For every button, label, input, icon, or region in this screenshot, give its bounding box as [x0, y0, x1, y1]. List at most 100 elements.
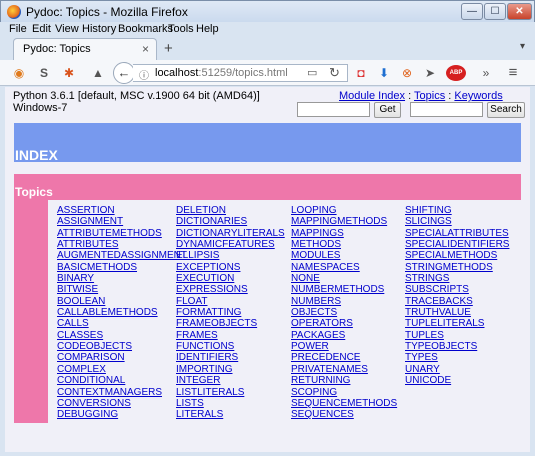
- topic-link[interactable]: ASSIGNMENT: [57, 216, 187, 227]
- back-button[interactable]: ←: [113, 62, 135, 84]
- topic-link[interactable]: OBJECTS: [291, 307, 397, 318]
- topic-link[interactable]: FLOAT: [176, 296, 285, 307]
- topic-link[interactable]: DELETION: [176, 205, 285, 216]
- info-icon[interactable]: ⓘ: [139, 67, 149, 82]
- maximize-button[interactable]: ☐: [484, 3, 506, 20]
- topics-link[interactable]: Topics: [414, 90, 445, 102]
- topic-link[interactable]: TUPLES: [405, 330, 509, 341]
- rss-icon[interactable]: ◉: [11, 65, 27, 81]
- overflow-icon[interactable]: »: [478, 65, 494, 81]
- search-input[interactable]: [410, 102, 483, 117]
- topic-link[interactable]: LISTS: [176, 398, 285, 409]
- topic-link[interactable]: SEQUENCES: [291, 409, 397, 420]
- topic-link[interactable]: DICTIONARYLITERALS: [176, 228, 285, 239]
- menu-bookmarks[interactable]: Bookmarks: [118, 23, 173, 35]
- topic-link[interactable]: TRACEBACKS: [405, 296, 509, 307]
- keywords-link[interactable]: Keywords: [454, 90, 502, 102]
- topic-link[interactable]: SUBSCRIPTS: [405, 284, 509, 295]
- topic-link[interactable]: IMPORTING: [176, 364, 285, 375]
- reload-icon[interactable]: ↻: [329, 65, 340, 81]
- topic-link[interactable]: SPECIALMETHODS: [405, 250, 509, 261]
- url-text[interactable]: localhost:51259/topics.html: [155, 67, 288, 79]
- topic-link[interactable]: BINARY: [57, 273, 187, 284]
- topic-link[interactable]: EXCEPTIONS: [176, 262, 285, 273]
- menu-view[interactable]: View: [55, 23, 79, 35]
- topic-link[interactable]: SCOPING: [291, 387, 397, 398]
- search-button[interactable]: Search: [487, 102, 525, 118]
- topic-link[interactable]: IDENTIFIERS: [176, 352, 285, 363]
- menu-icon[interactable]: ≡: [505, 65, 521, 81]
- topic-link[interactable]: CALLABLEMETHODS: [57, 307, 187, 318]
- get-button[interactable]: Get: [374, 102, 401, 118]
- topic-link[interactable]: CONVERSIONS: [57, 398, 187, 409]
- topic-link[interactable]: LOOPING: [291, 205, 397, 216]
- topic-link[interactable]: COMPLEX: [57, 364, 187, 375]
- topic-link[interactable]: INTEGER: [176, 375, 285, 386]
- extension-icon[interactable]: ✱: [61, 65, 77, 81]
- topic-link[interactable]: ASSERTION: [57, 205, 187, 216]
- topic-link[interactable]: DEBUGGING: [57, 409, 187, 420]
- topic-link[interactable]: BOOLEAN: [57, 296, 187, 307]
- module-index-link[interactable]: Module Index: [339, 90, 405, 102]
- topic-link[interactable]: FRAMEOBJECTS: [176, 318, 285, 329]
- topic-link[interactable]: NONE: [291, 273, 397, 284]
- topic-link[interactable]: ELLIPSIS: [176, 250, 285, 261]
- topic-link[interactable]: DICTIONARIES: [176, 216, 285, 227]
- topic-link[interactable]: CONTEXTMANAGERS: [57, 387, 187, 398]
- topic-link[interactable]: BASICMETHODS: [57, 262, 187, 273]
- minimize-button[interactable]: —: [461, 3, 483, 20]
- menu-history[interactable]: History: [82, 23, 116, 35]
- topic-link[interactable]: BITWISE: [57, 284, 187, 295]
- topic-link[interactable]: POWER: [291, 341, 397, 352]
- topic-link[interactable]: FUNCTIONS: [176, 341, 285, 352]
- topic-link[interactable]: OPERATORS: [291, 318, 397, 329]
- topic-link[interactable]: EXECUTION: [176, 273, 285, 284]
- tab-list-icon[interactable]: ▾: [520, 41, 525, 52]
- topic-link[interactable]: TRUTHVALUE: [405, 307, 509, 318]
- topic-link[interactable]: NUMBERS: [291, 296, 397, 307]
- topic-link[interactable]: FORMATTING: [176, 307, 285, 318]
- topic-link[interactable]: CODEOBJECTS: [57, 341, 187, 352]
- topic-link[interactable]: NUMBERMETHODS: [291, 284, 397, 295]
- get-input[interactable]: [297, 102, 370, 117]
- topic-link[interactable]: AUGMENTEDASSIGNMENT: [57, 250, 187, 261]
- s-icon[interactable]: S: [36, 65, 52, 81]
- topic-link[interactable]: STRINGS: [405, 273, 509, 284]
- topic-link[interactable]: PACKAGES: [291, 330, 397, 341]
- topic-link[interactable]: CONDITIONAL: [57, 375, 187, 386]
- topic-link[interactable]: ATTRIBUTEMETHODS: [57, 228, 187, 239]
- topic-link[interactable]: UNARY: [405, 364, 509, 375]
- topic-link[interactable]: EXPRESSIONS: [176, 284, 285, 295]
- topic-link[interactable]: ATTRIBUTES: [57, 239, 187, 250]
- topic-link[interactable]: METHODS: [291, 239, 397, 250]
- topic-link[interactable]: TUPLELITERALS: [405, 318, 509, 329]
- topic-link[interactable]: MAPPINGMETHODS: [291, 216, 397, 227]
- topic-link[interactable]: TYPES: [405, 352, 509, 363]
- topic-link[interactable]: MAPPINGS: [291, 228, 397, 239]
- topic-link[interactable]: LITERALS: [176, 409, 285, 420]
- download-icon[interactable]: ⬇: [376, 65, 392, 81]
- menu-file[interactable]: File: [9, 23, 27, 35]
- reader-view-icon[interactable]: ▭: [307, 66, 317, 79]
- topic-link[interactable]: RETURNING: [291, 375, 397, 386]
- topic-link[interactable]: MODULES: [291, 250, 397, 261]
- topic-link[interactable]: FRAMES: [176, 330, 285, 341]
- pocket-icon[interactable]: ◘: [353, 65, 369, 81]
- topic-link[interactable]: CALLS: [57, 318, 187, 329]
- menu-edit[interactable]: Edit: [32, 23, 51, 35]
- abp-icon[interactable]: ABP: [446, 65, 466, 81]
- new-tab-icon[interactable]: +: [164, 40, 173, 57]
- topic-link[interactable]: SPECIALATTRIBUTES: [405, 228, 509, 239]
- menu-tools[interactable]: Tools: [168, 23, 194, 35]
- topic-link[interactable]: DYNAMICFEATURES: [176, 239, 285, 250]
- send-icon[interactable]: ➤: [422, 65, 438, 81]
- topic-link[interactable]: LISTLITERALS: [176, 387, 285, 398]
- topic-link[interactable]: NAMESPACES: [291, 262, 397, 273]
- topic-link[interactable]: SEQUENCEMETHODS: [291, 398, 397, 409]
- menu-help[interactable]: Help: [196, 23, 219, 35]
- addon-icon[interactable]: ⊗: [399, 65, 415, 81]
- close-button[interactable]: ✕: [507, 3, 532, 20]
- topic-link[interactable]: PRECEDENCE: [291, 352, 397, 363]
- tab-close-icon[interactable]: ×: [142, 42, 149, 56]
- library-icon[interactable]: ▲: [90, 65, 106, 81]
